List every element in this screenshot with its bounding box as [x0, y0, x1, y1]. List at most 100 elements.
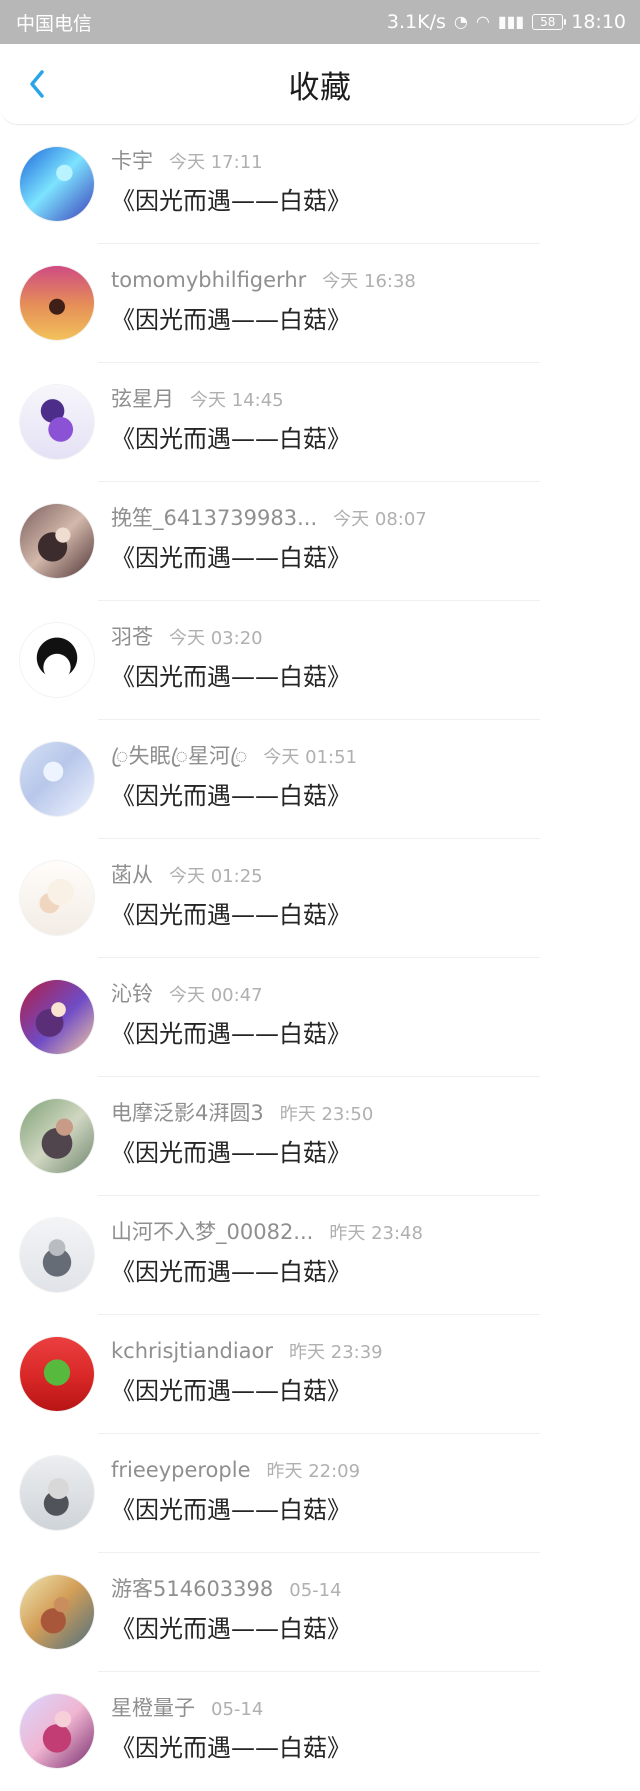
- list-item[interactable]: ꦿ失眠ꦿ星河ꦿ 今天 01:51 《因光而遇——白菇》: [0, 720, 640, 839]
- item-title: 《因光而遇——白菇》: [111, 187, 351, 215]
- battery-icon: 58: [532, 14, 567, 30]
- avatar-image: [20, 1337, 94, 1411]
- list-item[interactable]: 卡宇 今天 17:11 《因光而遇——白菇》: [0, 125, 640, 244]
- avatar-image: [20, 980, 94, 1054]
- item-title: 《因光而遇——白菇》: [111, 1734, 351, 1762]
- header: 收藏: [0, 44, 640, 125]
- item-meta: kchrisjtiandiaor 昨天 23:39: [111, 1339, 383, 1363]
- username: 山河不入梦_00082...: [111, 1220, 314, 1244]
- item-title: 《因光而遇——白菇》: [111, 1020, 351, 1048]
- avatar-image: [20, 623, 94, 697]
- wifi-icon: ◠: [475, 12, 490, 31]
- battery-level: 58: [540, 15, 556, 29]
- timestamp: 今天 03:20: [169, 628, 263, 649]
- item-meta: 沁铃 今天 00:47: [111, 982, 263, 1006]
- avatar: [20, 1099, 94, 1173]
- item-title: 《因光而遇——白菇》: [111, 306, 351, 334]
- timestamp: 今天 01:25: [169, 866, 263, 887]
- item-title: 《因光而遇——白菇》: [111, 1139, 351, 1167]
- username: tomomybhilfigerhr: [111, 268, 307, 292]
- item-title: 《因光而遇——白菇》: [111, 1615, 351, 1643]
- item-title: 《因光而遇——白菇》: [111, 663, 351, 691]
- list-item[interactable]: 星橙量子 05-14 《因光而遇——白菇》: [0, 1672, 640, 1791]
- list-item[interactable]: 沁铃 今天 00:47 《因光而遇——白菇》: [0, 958, 640, 1077]
- avatar-image: [20, 385, 94, 459]
- avatar-image: [20, 147, 94, 221]
- status-right-group: 3.1K/s ◔ ◠ ▮▮▮ 58 18:10: [387, 11, 626, 33]
- item-meta: 电摩泛影4湃圆3 昨天 23:50: [111, 1101, 374, 1125]
- status-bar: 中国电信 3.1K/s ◔ ◠ ▮▮▮ 58 18:10: [0, 0, 640, 44]
- avatar-image: [20, 861, 94, 935]
- username: 沁铃: [111, 982, 153, 1006]
- avatar-image: [20, 1218, 94, 1292]
- item-meta: 星橙量子 05-14: [111, 1696, 264, 1720]
- timestamp: 今天 17:11: [169, 152, 263, 173]
- item-title: 《因光而遇——白菇》: [111, 425, 351, 453]
- item-meta: 游客514603398 05-14: [111, 1577, 342, 1601]
- item-meta: 山河不入梦_00082... 昨天 23:48: [111, 1220, 423, 1244]
- avatar-image: [20, 1456, 94, 1530]
- avatar: [20, 1694, 94, 1768]
- item-title: 《因光而遇——白菇》: [111, 782, 351, 810]
- avatar: [20, 1456, 94, 1530]
- timestamp: 今天 14:45: [190, 390, 284, 411]
- list-item[interactable]: 弦星月 今天 14:45 《因光而遇——白菇》: [0, 363, 640, 482]
- avatar: [20, 1337, 94, 1411]
- avatar-image: [20, 266, 94, 340]
- favorites-list: 卡宇 今天 17:11 《因光而遇——白菇》 tomomybhilfigerhr…: [0, 125, 640, 1791]
- item-meta: 羽苍 今天 03:20: [111, 625, 263, 649]
- timestamp: 昨天 22:09: [266, 1461, 361, 1482]
- page-title: 收藏: [288, 69, 352, 106]
- username: 游客514603398: [111, 1577, 274, 1601]
- item-meta: 卡宇 今天 17:11: [111, 149, 263, 173]
- timestamp: 今天 08:07: [333, 509, 427, 530]
- alarm-icon: ◔: [453, 12, 468, 31]
- username: 挽笙_6413739983...: [111, 506, 318, 530]
- username: ꦿ失眠ꦿ星河ꦿ: [111, 744, 248, 768]
- timestamp: 昨天 23:39: [289, 1342, 383, 1363]
- list-item[interactable]: 菡从 今天 01:25 《因光而遇——白菇》: [0, 839, 640, 958]
- username: 电摩泛影4湃圆3: [111, 1101, 264, 1125]
- avatar: [20, 266, 94, 340]
- timestamp: 今天 01:51: [263, 747, 358, 768]
- carrier-label: 中国电信: [16, 12, 93, 35]
- list-item[interactable]: frieeyperople 昨天 22:09 《因光而遇——白菇》: [0, 1434, 640, 1553]
- item-meta: 弦星月 今天 14:45: [111, 387, 284, 411]
- avatar: [20, 147, 94, 221]
- item-title: 《因光而遇——白菇》: [111, 1258, 351, 1286]
- list-item[interactable]: 游客514603398 05-14 《因光而遇——白菇》: [0, 1553, 640, 1672]
- avatar: [20, 623, 94, 697]
- username: 星橙量子: [111, 1696, 195, 1720]
- avatar-image: [20, 742, 94, 816]
- avatar: [20, 1218, 94, 1292]
- item-title: 《因光而遇——白菇》: [111, 901, 351, 929]
- timestamp: 05-14: [289, 1580, 342, 1601]
- list-item[interactable]: kchrisjtiandiaor 昨天 23:39 《因光而遇——白菇》: [0, 1315, 640, 1434]
- avatar: [20, 1575, 94, 1649]
- timestamp: 昨天 23:48: [329, 1223, 423, 1244]
- list-item[interactable]: 羽苍 今天 03:20 《因光而遇——白菇》: [0, 601, 640, 720]
- avatar-image: [20, 504, 94, 578]
- list-item[interactable]: 山河不入梦_00082... 昨天 23:48 《因光而遇——白菇》: [0, 1196, 640, 1315]
- timestamp: 今天 16:38: [322, 271, 416, 292]
- list-item[interactable]: 电摩泛影4湃圆3 昨天 23:50 《因光而遇——白菇》: [0, 1077, 640, 1196]
- network-speed: 3.1K/s: [386, 11, 446, 33]
- list-item[interactable]: tomomybhilfigerhr 今天 16:38 《因光而遇——白菇》: [0, 244, 640, 363]
- status-time: 18:10: [571, 11, 626, 33]
- avatar: [20, 504, 94, 578]
- item-title: 《因光而遇——白菇》: [111, 1496, 351, 1524]
- username: 卡宇: [111, 149, 153, 173]
- signal-icon: ▮▮▮: [497, 12, 525, 31]
- item-meta: frieeyperople 昨天 22:09: [111, 1458, 361, 1482]
- list-item[interactable]: 挽笙_6413739983... 今天 08:07 《因光而遇——白菇》: [0, 482, 640, 601]
- avatar: [20, 980, 94, 1054]
- timestamp: 昨天 23:50: [279, 1104, 374, 1125]
- username: frieeyperople: [111, 1458, 251, 1482]
- username: 菡从: [111, 863, 153, 887]
- avatar: [20, 742, 94, 816]
- timestamp: 05-14: [211, 1699, 264, 1720]
- username: 弦星月: [111, 387, 174, 411]
- item-meta: 菡从 今天 01:25: [111, 863, 263, 887]
- item-meta: 挽笙_6413739983... 今天 08:07: [111, 506, 427, 530]
- avatar-image: [20, 1694, 94, 1768]
